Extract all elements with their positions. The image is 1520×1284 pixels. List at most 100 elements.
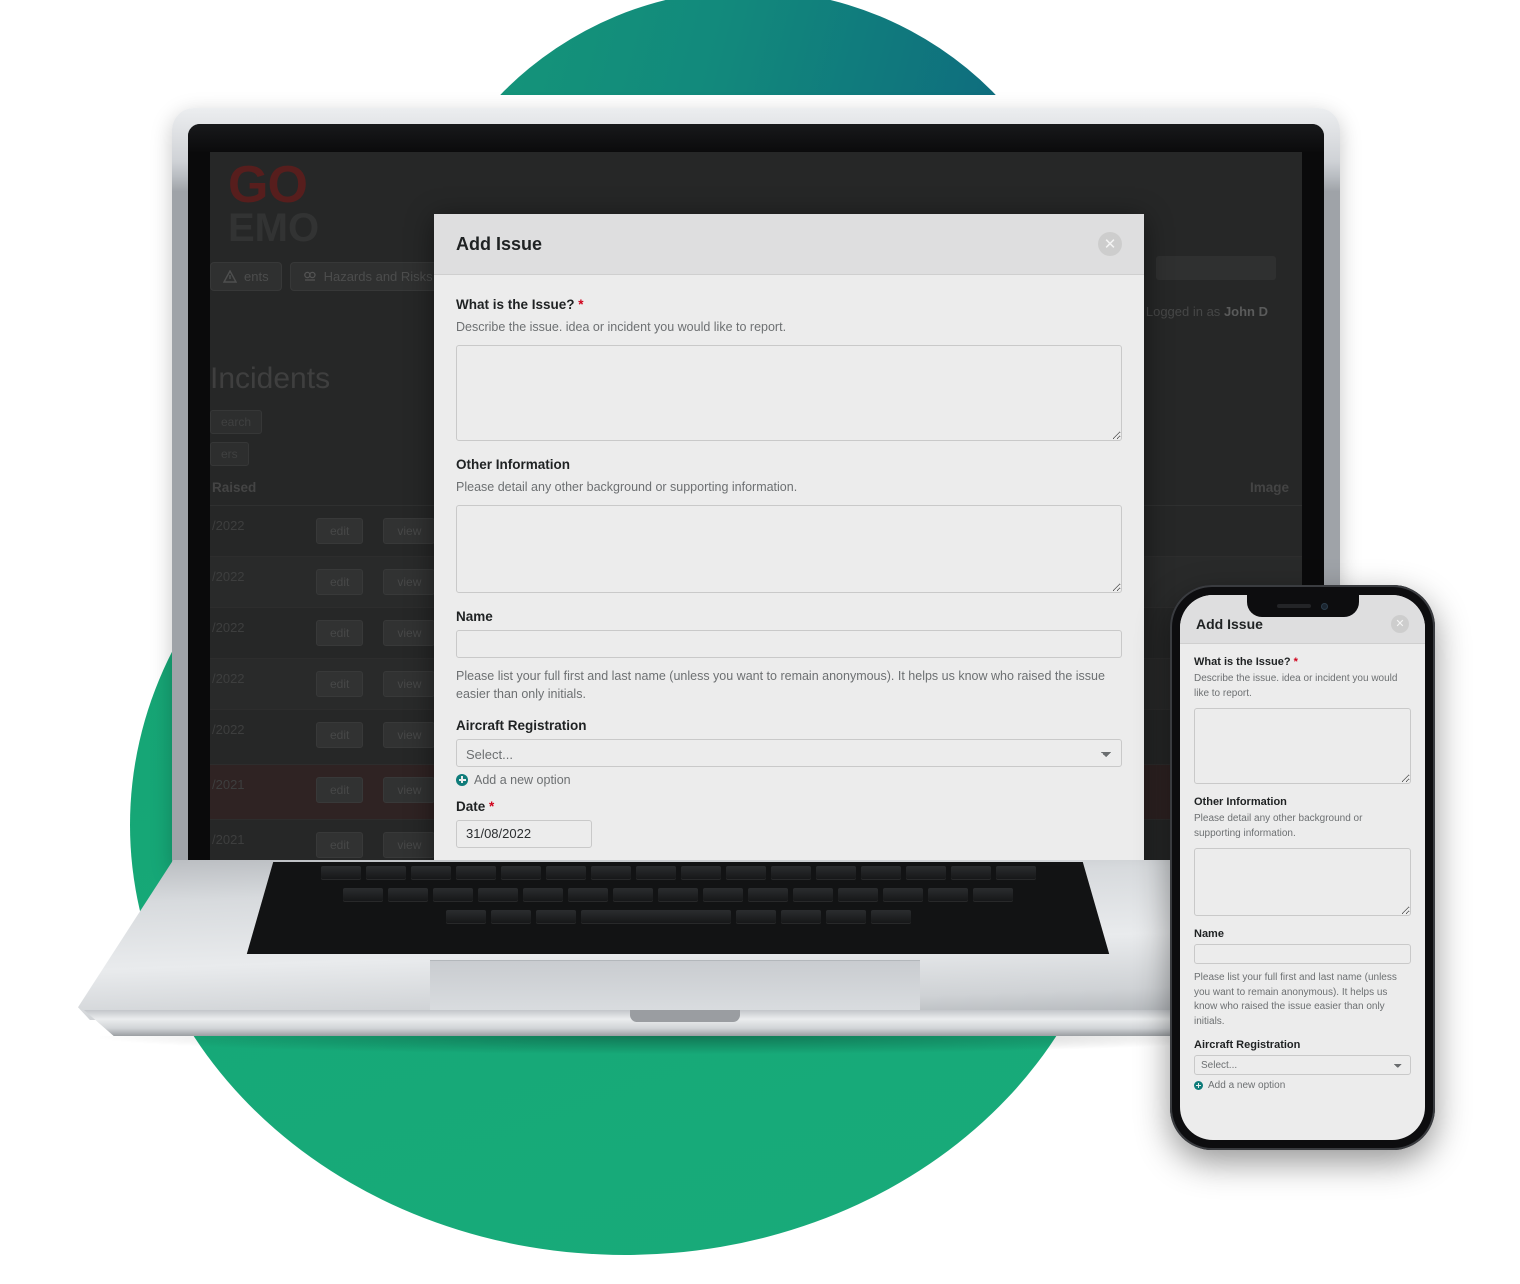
phone-add-new-option-label: Add a new option bbox=[1208, 1080, 1286, 1091]
add-new-option-link[interactable]: Add a new option bbox=[456, 773, 1122, 787]
keyboard-row bbox=[247, 862, 1109, 884]
phone-add-issue-modal: Add Issue ✕ What is the Issue? * Describ… bbox=[1180, 595, 1425, 1140]
keyboard-key bbox=[635, 866, 676, 880]
date-input[interactable] bbox=[456, 819, 592, 848]
field-issue-label: What is the Issue? * bbox=[456, 297, 1122, 312]
other-information-textarea[interactable] bbox=[456, 505, 1122, 594]
field-date: Date * bbox=[456, 799, 1122, 848]
phone-field-issue: What is the Issue? * Describe the issue.… bbox=[1194, 656, 1411, 784]
keyboard-key bbox=[445, 910, 486, 924]
field-name-label: Name bbox=[456, 609, 493, 625]
keyboard-key bbox=[995, 866, 1036, 880]
laptop-front-notch bbox=[630, 1010, 740, 1022]
keyboard-key bbox=[535, 910, 576, 924]
field-name-help: Please list your full first and last nam… bbox=[456, 669, 1105, 702]
phone-speaker bbox=[1277, 604, 1311, 608]
keyboard-key bbox=[770, 866, 811, 880]
keyboard-key bbox=[860, 866, 901, 880]
phone-camera-icon bbox=[1321, 602, 1328, 610]
keyboard-key bbox=[815, 866, 856, 880]
field-aircraft-registration-label: Aircraft Registration bbox=[456, 717, 587, 733]
phone-field-other-information: Other Information Please detail any othe… bbox=[1194, 796, 1411, 916]
laptop-screen: GO EMO Logged in as John D ents Hazards … bbox=[210, 152, 1302, 868]
keyboard-key bbox=[545, 866, 586, 880]
close-icon[interactable]: ✕ bbox=[1098, 232, 1122, 256]
phone-screen: Add Issue ✕ What is the Issue? * Describ… bbox=[1180, 595, 1425, 1140]
phone-field-other-information-help: Please detail any other background or su… bbox=[1194, 813, 1363, 839]
keyboard-row bbox=[247, 884, 1109, 906]
keyboard-key bbox=[478, 888, 518, 902]
phone-field-aircraft-registration-label: Aircraft Registration bbox=[1194, 1039, 1301, 1051]
keyboard-key bbox=[433, 888, 473, 902]
field-issue-label-text: What is the Issue? bbox=[456, 297, 575, 312]
keyboard-key bbox=[780, 910, 821, 924]
circle-plus-icon bbox=[456, 773, 468, 786]
modal-body: What is the Issue? * Describe the issue.… bbox=[434, 275, 1144, 868]
add-new-option-label: Add a new option bbox=[474, 772, 571, 787]
name-input[interactable] bbox=[456, 630, 1122, 659]
phone-notch bbox=[1246, 595, 1359, 617]
field-date-required: * bbox=[489, 798, 495, 814]
phone-aircraft-registration-select[interactable]: Select... bbox=[1194, 1055, 1411, 1075]
phone-field-issue-label: What is the Issue? * bbox=[1194, 656, 1411, 668]
add-issue-modal: Add Issue ✕ What is the Issue? * Describ… bbox=[434, 214, 1144, 868]
keyboard-key bbox=[388, 888, 428, 902]
field-issue: What is the Issue? * Describe the issue.… bbox=[456, 297, 1122, 442]
keyboard-key bbox=[658, 888, 698, 902]
field-other-information-help: Please detail any other background or su… bbox=[456, 480, 798, 495]
keyboard-key bbox=[613, 888, 653, 902]
phone-field-issue-label-text: What is the Issue? bbox=[1194, 656, 1291, 668]
phone-field-name-help: Please list your full first and last nam… bbox=[1194, 972, 1397, 1027]
modal-header: Add Issue ✕ bbox=[434, 214, 1144, 275]
field-name: Name Please list your full first and las… bbox=[456, 609, 1122, 703]
keyboard-key bbox=[410, 866, 451, 880]
keyboard-key bbox=[725, 866, 766, 880]
keyboard-key bbox=[793, 888, 833, 902]
keyboard-key bbox=[905, 866, 946, 880]
keyboard-key bbox=[735, 910, 776, 924]
keyboard-key bbox=[343, 888, 383, 902]
phone-field-issue-help: Describe the issue. idea or incident you… bbox=[1194, 673, 1398, 699]
laptop-bezel: GO EMO Logged in as John D ents Hazards … bbox=[188, 124, 1324, 868]
field-aircraft-registration: Aircraft Registration Select... Add a ne… bbox=[456, 718, 1122, 787]
field-date-label: Date * bbox=[456, 799, 1122, 814]
keyboard-key bbox=[870, 910, 911, 924]
phone-circle-plus-icon bbox=[1194, 1081, 1203, 1090]
field-other-information-label: Other Information bbox=[456, 457, 570, 473]
keyboard-key bbox=[973, 888, 1013, 902]
phone-add-new-option-link[interactable]: Add a new option bbox=[1194, 1080, 1411, 1091]
phone-modal-body: What is the Issue? * Describe the issue.… bbox=[1180, 644, 1425, 1140]
phone-field-name-label: Name bbox=[1194, 928, 1224, 940]
keyboard-key bbox=[365, 866, 406, 880]
keyboard-key bbox=[748, 888, 788, 902]
keyboard-key bbox=[825, 910, 866, 924]
phone-other-information-textarea[interactable] bbox=[1194, 848, 1411, 916]
keyboard-key bbox=[590, 866, 631, 880]
phone-issue-textarea[interactable] bbox=[1194, 708, 1411, 784]
keyboard-key bbox=[883, 888, 923, 902]
phone-modal-title: Add Issue bbox=[1196, 616, 1263, 632]
issue-textarea[interactable] bbox=[456, 345, 1122, 442]
keyboard-row bbox=[247, 906, 1109, 928]
laptop-base bbox=[0, 860, 1345, 1064]
keyboard-key bbox=[523, 888, 563, 902]
keyboard-spacebar bbox=[580, 910, 731, 924]
modal-title: Add Issue bbox=[456, 233, 543, 254]
keyboard-key bbox=[455, 866, 496, 880]
laptop-mockup: GO EMO Logged in as John D ents Hazards … bbox=[0, 108, 1345, 1078]
phone-field-other-information-label: Other Information bbox=[1194, 796, 1287, 808]
field-issue-required: * bbox=[578, 297, 584, 312]
keyboard-key bbox=[500, 866, 541, 880]
field-issue-help: Describe the issue. idea or incident you… bbox=[456, 320, 787, 334]
phone-mockup: Add Issue ✕ What is the Issue? * Describ… bbox=[1170, 585, 1435, 1150]
keyboard-key bbox=[490, 910, 531, 924]
aircraft-registration-select[interactable]: Select... bbox=[456, 738, 1122, 767]
phone-name-input[interactable] bbox=[1194, 944, 1411, 964]
keyboard-key bbox=[928, 888, 968, 902]
phone-close-icon[interactable]: ✕ bbox=[1391, 615, 1409, 633]
laptop-lid: GO EMO Logged in as John D ents Hazards … bbox=[172, 108, 1340, 868]
keyboard-key bbox=[320, 866, 361, 880]
keyboard-key bbox=[680, 866, 721, 880]
laptop-keyboard bbox=[246, 862, 1110, 954]
field-other-information: Other Information Please detail any othe… bbox=[456, 457, 1122, 594]
